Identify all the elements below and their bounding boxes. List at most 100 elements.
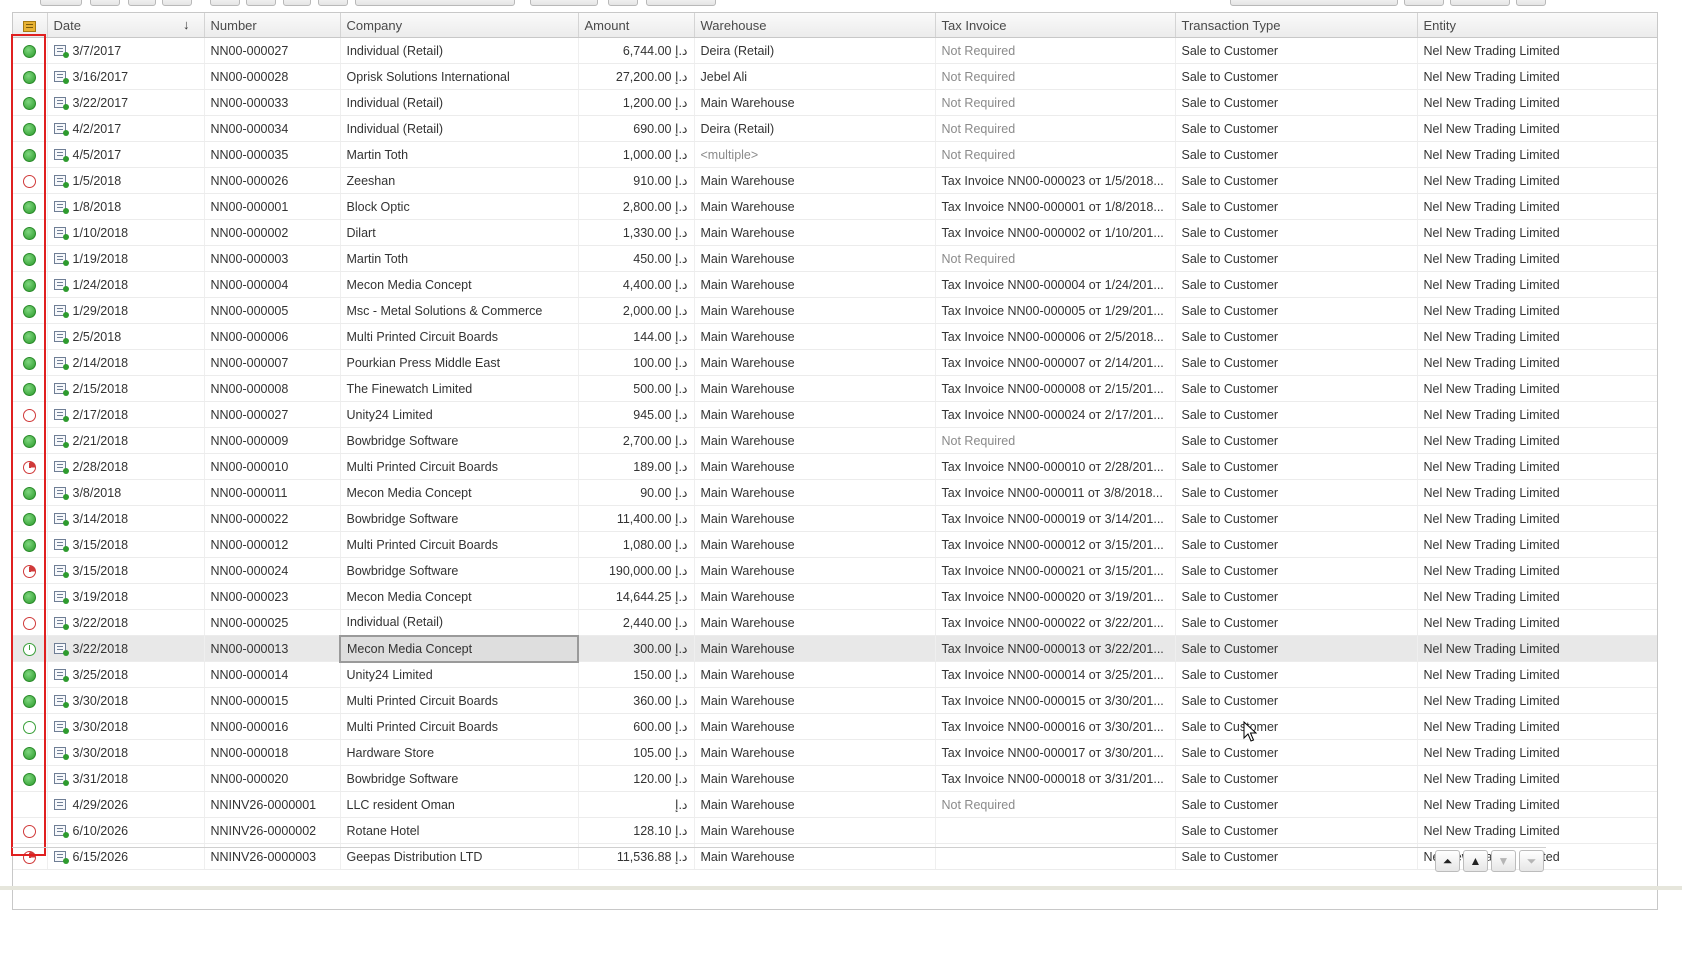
cell-date[interactable]: 3/31/2018 xyxy=(47,765,205,792)
cell-transaction-type[interactable]: Sale to Customer xyxy=(1175,375,1418,402)
table-row[interactable]: 3/16/2017 NN00-000028 Oprisk Solutions Int… xyxy=(13,63,1657,90)
cell-entity[interactable]: Nel New Trading Limited xyxy=(1417,479,1657,506)
toolbar-button[interactable] xyxy=(1516,0,1546,6)
cell-status[interactable] xyxy=(13,505,48,532)
cell-transaction-type[interactable]: Sale to Customer xyxy=(1175,349,1418,376)
cell-entity[interactable]: Nel New Trading Limited xyxy=(1417,141,1657,168)
cell-amount[interactable]: 2,440.00 د.إ xyxy=(578,609,695,636)
scroll-down-button[interactable]: ▼ xyxy=(1491,850,1516,872)
cell-tax-invoice[interactable]: Tax Invoice NN00-000017 от 3/30/201... xyxy=(935,739,1176,766)
cell-tax-invoice[interactable]: Tax Invoice NN00-000016 от 3/30/201... xyxy=(935,713,1176,740)
cell-company[interactable]: Oprisk Solutions International xyxy=(340,63,579,90)
toolbar-button[interactable] xyxy=(646,0,716,6)
cell-amount[interactable]: 100.00 د.إ xyxy=(578,349,695,376)
cell-tax-invoice[interactable]: Tax Invoice NN00-000005 от 1/29/201... xyxy=(935,297,1176,324)
cell-status[interactable] xyxy=(13,115,48,142)
cell-number[interactable]: NN00-000025 xyxy=(204,609,341,636)
cell-amount[interactable]: 14,644.25 د.إ xyxy=(578,583,695,610)
cell-number[interactable]: NN00-000034 xyxy=(204,115,341,142)
cell-entity[interactable]: Nel New Trading Limited xyxy=(1417,167,1657,194)
cell-number[interactable]: NN00-000020 xyxy=(204,765,341,792)
table-row[interactable]: 3/31/2018 NN00-000020 Bowbridge Software 12… xyxy=(13,765,1657,792)
toolbar-button[interactable] xyxy=(283,0,311,6)
cell-status[interactable] xyxy=(13,791,48,818)
cell-date[interactable]: 2/17/2018 xyxy=(47,401,205,428)
cell-warehouse[interactable]: Main Warehouse xyxy=(694,427,936,454)
toolbar-button[interactable] xyxy=(90,0,120,6)
cell-transaction-type[interactable]: Sale to Customer xyxy=(1175,661,1418,688)
cell-warehouse[interactable]: Main Warehouse xyxy=(694,479,936,506)
cell-warehouse[interactable]: Main Warehouse xyxy=(694,713,936,740)
scroll-to-bottom-button[interactable]: ⏷ xyxy=(1519,850,1544,872)
cell-amount[interactable]: 1,330.00 د.إ xyxy=(578,219,695,246)
cell-date[interactable]: 2/15/2018 xyxy=(47,375,205,402)
cell-transaction-type[interactable]: Sale to Customer xyxy=(1175,479,1418,506)
cell-date[interactable]: 3/22/2017 xyxy=(47,89,205,116)
cell-amount[interactable]: 90.00 د.إ xyxy=(578,479,695,506)
table-row[interactable]: 3/30/2018 NN00-000016 Multi Printed Circui… xyxy=(13,713,1657,740)
cell-transaction-type[interactable]: Sale to Customer xyxy=(1175,141,1418,168)
cell-status[interactable] xyxy=(13,297,48,324)
toolbar-button[interactable] xyxy=(162,0,192,6)
cell-company[interactable]: Individual (Retail) xyxy=(340,115,579,142)
cell-transaction-type[interactable]: Sale to Customer xyxy=(1175,245,1418,272)
cell-company[interactable]: Multi Printed Circuit Boards xyxy=(340,687,579,714)
cell-date[interactable]: 1/10/2018 xyxy=(47,219,205,246)
cell-number[interactable]: NN00-000002 xyxy=(204,219,341,246)
cell-number[interactable]: NN00-000005 xyxy=(204,297,341,324)
cell-number[interactable]: NN00-000007 xyxy=(204,349,341,376)
cell-amount[interactable]: 1,200.00 د.إ xyxy=(578,89,695,116)
cell-entity[interactable]: Nel New Trading Limited xyxy=(1417,219,1657,246)
cell-transaction-type[interactable]: Sale to Customer xyxy=(1175,271,1418,298)
cell-warehouse[interactable]: Main Warehouse xyxy=(694,765,936,792)
cell-date[interactable]: 3/30/2018 xyxy=(47,739,205,766)
cell-entity[interactable]: Nel New Trading Limited xyxy=(1417,63,1657,90)
table-row[interactable]: 3/25/2018 NN00-000014 Unity24 Limited 150.0… xyxy=(13,661,1657,688)
cell-status[interactable] xyxy=(13,375,48,402)
cell-transaction-type[interactable]: Sale to Customer xyxy=(1175,89,1418,116)
toolbar-button[interactable] xyxy=(1450,0,1510,6)
cell-transaction-type[interactable]: Sale to Customer xyxy=(1175,713,1418,740)
cell-transaction-type[interactable]: Sale to Customer xyxy=(1175,297,1418,324)
cell-warehouse[interactable]: Main Warehouse xyxy=(694,323,936,350)
cell-tax-invoice[interactable]: Tax Invoice NN00-000012 от 3/15/201... xyxy=(935,531,1176,558)
cell-warehouse[interactable]: Main Warehouse xyxy=(694,687,936,714)
cell-company[interactable]: The Finewatch Limited xyxy=(340,375,579,402)
cell-amount[interactable]: 300.00 د.إ xyxy=(578,635,695,662)
cell-number[interactable]: NN00-000018 xyxy=(204,739,341,766)
table-row[interactable]: 3/30/2018 NN00-000015 Multi Printed Circui… xyxy=(13,687,1657,714)
cell-status[interactable] xyxy=(13,427,48,454)
cell-status[interactable] xyxy=(13,661,48,688)
table-row[interactable]: 3/8/2018 NN00-000011 Mecon Media Concept 90… xyxy=(13,479,1657,506)
cell-amount[interactable]: 945.00 د.إ xyxy=(578,401,695,428)
cell-transaction-type[interactable]: Sale to Customer xyxy=(1175,687,1418,714)
table-row[interactable]: 1/5/2018 NN00-000026 Zeeshan 910.00 د.إ Main… xyxy=(13,167,1657,194)
cell-date[interactable]: 3/14/2018 xyxy=(47,505,205,532)
cell-number[interactable]: NN00-000033 xyxy=(204,89,341,116)
cell-transaction-type[interactable]: Sale to Customer xyxy=(1175,323,1418,350)
table-row[interactable]: 3/22/2018 NN00-000025 Individual (Retail) 2… xyxy=(13,609,1657,636)
cell-transaction-type[interactable]: Sale to Customer xyxy=(1175,453,1418,480)
search-field[interactable] xyxy=(1230,0,1398,6)
cell-warehouse[interactable]: Main Warehouse xyxy=(694,739,936,766)
table-row[interactable]: 1/10/2018 NN00-000002 Dilart 1,330.00 د.إ Ma… xyxy=(13,219,1657,246)
cell-company[interactable]: LLC resident Oman xyxy=(340,791,579,818)
cell-warehouse[interactable]: Main Warehouse xyxy=(694,375,936,402)
cell-date[interactable]: 1/29/2018 xyxy=(47,297,205,324)
cell-status[interactable] xyxy=(13,479,48,506)
cell-status[interactable] xyxy=(13,167,48,194)
table-row[interactable]: 4/5/2017 NN00-000035 Martin Toth 1,000.00 د… xyxy=(13,141,1657,168)
cell-number[interactable]: NN00-000015 xyxy=(204,687,341,714)
cell-tax-invoice[interactable]: Not Required xyxy=(935,427,1176,454)
cell-entity[interactable]: Nel New Trading Limited xyxy=(1417,37,1657,64)
cell-number[interactable]: NNINV26-0000002 xyxy=(204,817,341,844)
cell-company[interactable]: Dilart xyxy=(340,219,579,246)
cell-warehouse[interactable]: Main Warehouse xyxy=(694,401,936,428)
cell-tax-invoice[interactable]: Not Required xyxy=(935,141,1176,168)
cell-company[interactable]: Multi Printed Circuit Boards xyxy=(340,323,579,350)
cell-number[interactable]: NN00-000008 xyxy=(204,375,341,402)
cell-date[interactable]: 3/8/2018 xyxy=(47,479,205,506)
cell-warehouse[interactable]: Main Warehouse xyxy=(694,531,936,558)
cell-number[interactable]: NN00-000001 xyxy=(204,193,341,220)
cell-amount[interactable]: 11,400.00 د.إ xyxy=(578,505,695,532)
